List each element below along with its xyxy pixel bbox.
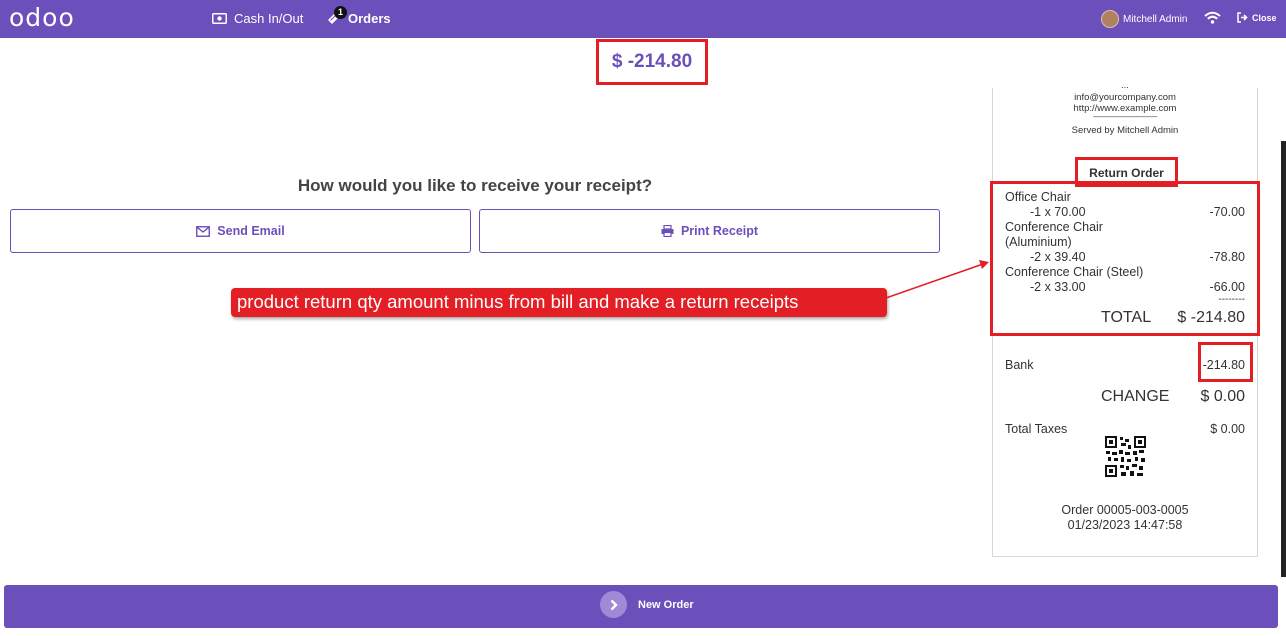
new-order-label: New Order [638, 599, 694, 611]
line-item-name: Conference Chair [1005, 220, 1103, 234]
payment-method-label: Bank [1005, 358, 1034, 372]
receipt-email: info@yourcompany.com [1074, 92, 1176, 103]
line-item-name: Office Chair [1005, 190, 1071, 204]
line-item-name: Conference Chair (Steel) [1005, 265, 1144, 279]
send-email-button[interactable]: Send Email [10, 209, 471, 253]
line-item-qty-price: -1 x 70.00 [1030, 205, 1086, 219]
annotation-arrow [885, 260, 989, 299]
print-receipt-button[interactable]: Print Receipt [479, 209, 940, 253]
orders-label: Orders [348, 11, 391, 26]
receipt-separator: ----------------------------------- [1092, 114, 1158, 121]
line-item-name-cont: (Aluminium) [1005, 235, 1072, 249]
cash-in-out-label: Cash In/Out [234, 11, 304, 26]
taxes-value: $ 0.00 [1210, 422, 1245, 436]
line-item-qty-price: -2 x 39.40 [1030, 250, 1086, 264]
line-item-amount: -70.00 [1209, 205, 1245, 219]
money-icon [212, 13, 227, 24]
sign-out-icon [1237, 12, 1248, 23]
receipt-question: How would you like to receive your recei… [297, 176, 653, 195]
envelope-icon [196, 225, 211, 237]
print-receipt-label: Print Receipt [680, 224, 759, 238]
scrollbar[interactable] [1281, 141, 1286, 577]
chevron-right-icon [610, 599, 618, 610]
printer-icon [661, 225, 674, 237]
total-value: $ -214.80 [1177, 309, 1245, 326]
total-label: TOTAL [1101, 309, 1152, 326]
change-label: CHANGE [1101, 388, 1170, 405]
send-email-label: Send Email [217, 224, 285, 238]
line-item-amount: -66.00 [1209, 280, 1245, 294]
odoo-logo: odoo [9, 3, 75, 32]
wifi-icon [1204, 11, 1221, 24]
qr-code [1105, 436, 1146, 477]
top-navbar: odoo Cash In/Out Orders 1 Mitchell Admin… [0, 0, 1286, 38]
close-button[interactable]: Close [1237, 12, 1277, 23]
order-reference: Order 00005-003-0005 [1061, 503, 1189, 517]
close-label: Close [1252, 12, 1277, 23]
next-circle [600, 591, 627, 618]
payment-method-amount: -214.80 [1202, 358, 1245, 372]
change-value: $ 0.00 [1200, 388, 1245, 405]
receipt-partial-line: ... [1121, 80, 1129, 91]
receipt-preview: ... info@yourcompany.com http://www.exam… [990, 80, 1260, 557]
orders-count-badge: 1 [334, 6, 347, 19]
line-item-qty-price: -2 x 33.00 [1030, 280, 1086, 294]
order-date: 01/23/2023 14:47:58 [1067, 518, 1183, 532]
receipt-served-by: Served by Mitchell Admin [1071, 125, 1179, 136]
receipt-website: http://www.example.com [1073, 103, 1177, 114]
avatar [1101, 10, 1119, 28]
cash-in-out-button[interactable]: Cash In/Out [212, 11, 303, 26]
user-name: Mitchell Admin [1123, 13, 1188, 25]
line-item-amount: -78.80 [1209, 250, 1245, 264]
receipt-dashes: -------- [1218, 294, 1245, 305]
new-order-button[interactable]: New Order [4, 585, 1278, 628]
user-menu[interactable]: Mitchell Admin [1101, 10, 1187, 28]
annotation-callout: product return qty amount minus from bil… [231, 288, 887, 317]
payment-total-amount: $ -214.80 [596, 39, 708, 85]
taxes-label: Total Taxes [1005, 422, 1068, 436]
